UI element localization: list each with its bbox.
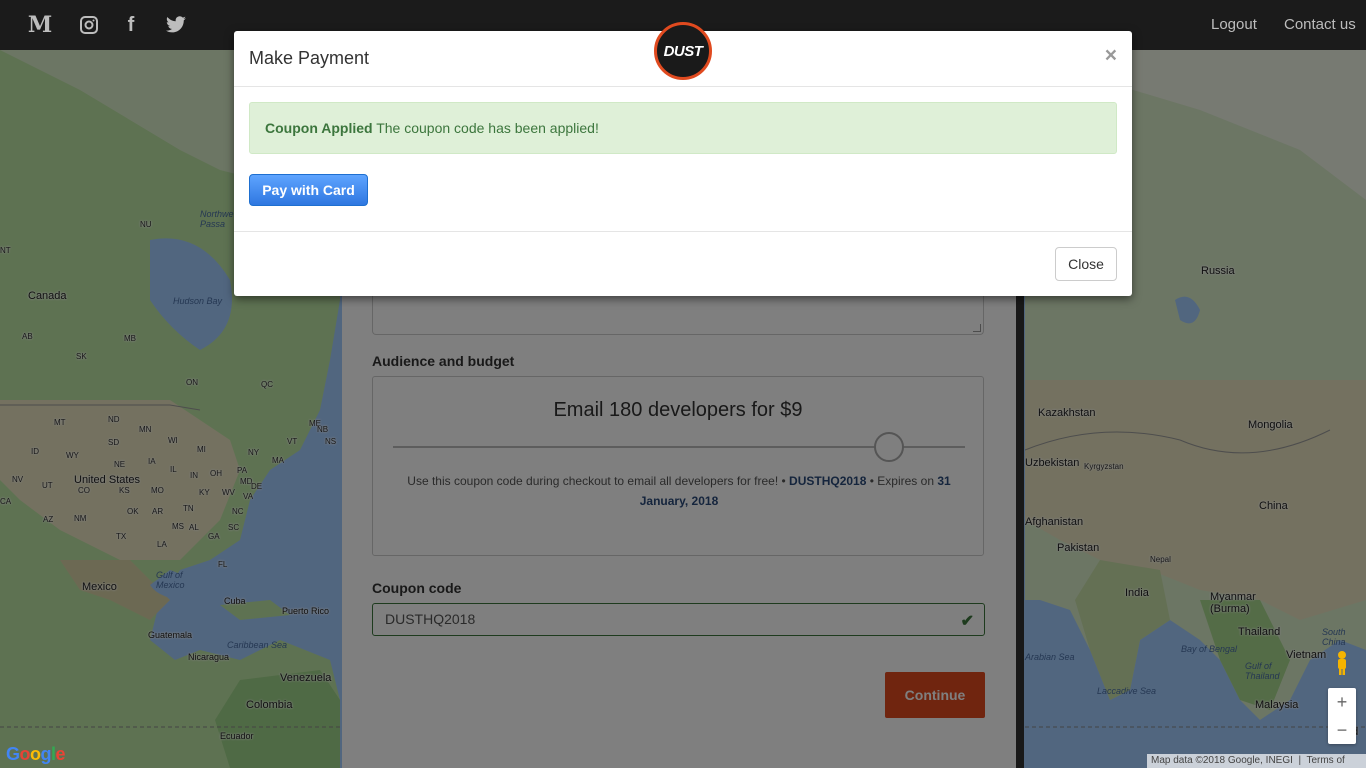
medium-icon[interactable]: M [28, 12, 52, 38]
modal-footer: Close [234, 231, 1132, 296]
google-logo[interactable]: Google [6, 744, 66, 765]
alert-strong-text: Coupon Applied [265, 120, 373, 136]
map-data-text: Map data ©2018 Google, INEGI [1151, 755, 1293, 766]
dust-logo: DUST [654, 22, 712, 80]
instagram-icon[interactable] [78, 13, 100, 37]
logout-link[interactable]: Logout [1211, 16, 1257, 33]
modal-title: Make Payment [249, 48, 370, 68]
close-button[interactable]: Close [1055, 247, 1117, 281]
facebook-icon[interactable]: f [124, 13, 138, 37]
make-payment-modal: Make Payment DUST × Coupon Applied The c… [234, 22, 1132, 296]
alert-text: The coupon code has been applied! [372, 120, 599, 136]
logo-text: DUST [663, 42, 703, 60]
map-zoom-control: + − [1328, 688, 1356, 744]
contact-us-link[interactable]: Contact us [1284, 16, 1356, 33]
modal-header: Make Payment DUST × [234, 22, 1132, 87]
zoom-out-button[interactable]: − [1328, 716, 1356, 744]
map-attribution: Map data ©2018 Google, INEGI | Terms of … [1147, 754, 1366, 768]
pay-with-card-button[interactable]: Pay with Card [249, 174, 368, 206]
coupon-applied-alert: Coupon Applied The coupon code has been … [249, 102, 1117, 154]
twitter-icon[interactable] [164, 13, 188, 37]
close-icon[interactable]: × [1105, 45, 1117, 66]
street-view-pegman-icon[interactable] [1333, 650, 1351, 676]
zoom-in-button[interactable]: + [1328, 688, 1356, 716]
